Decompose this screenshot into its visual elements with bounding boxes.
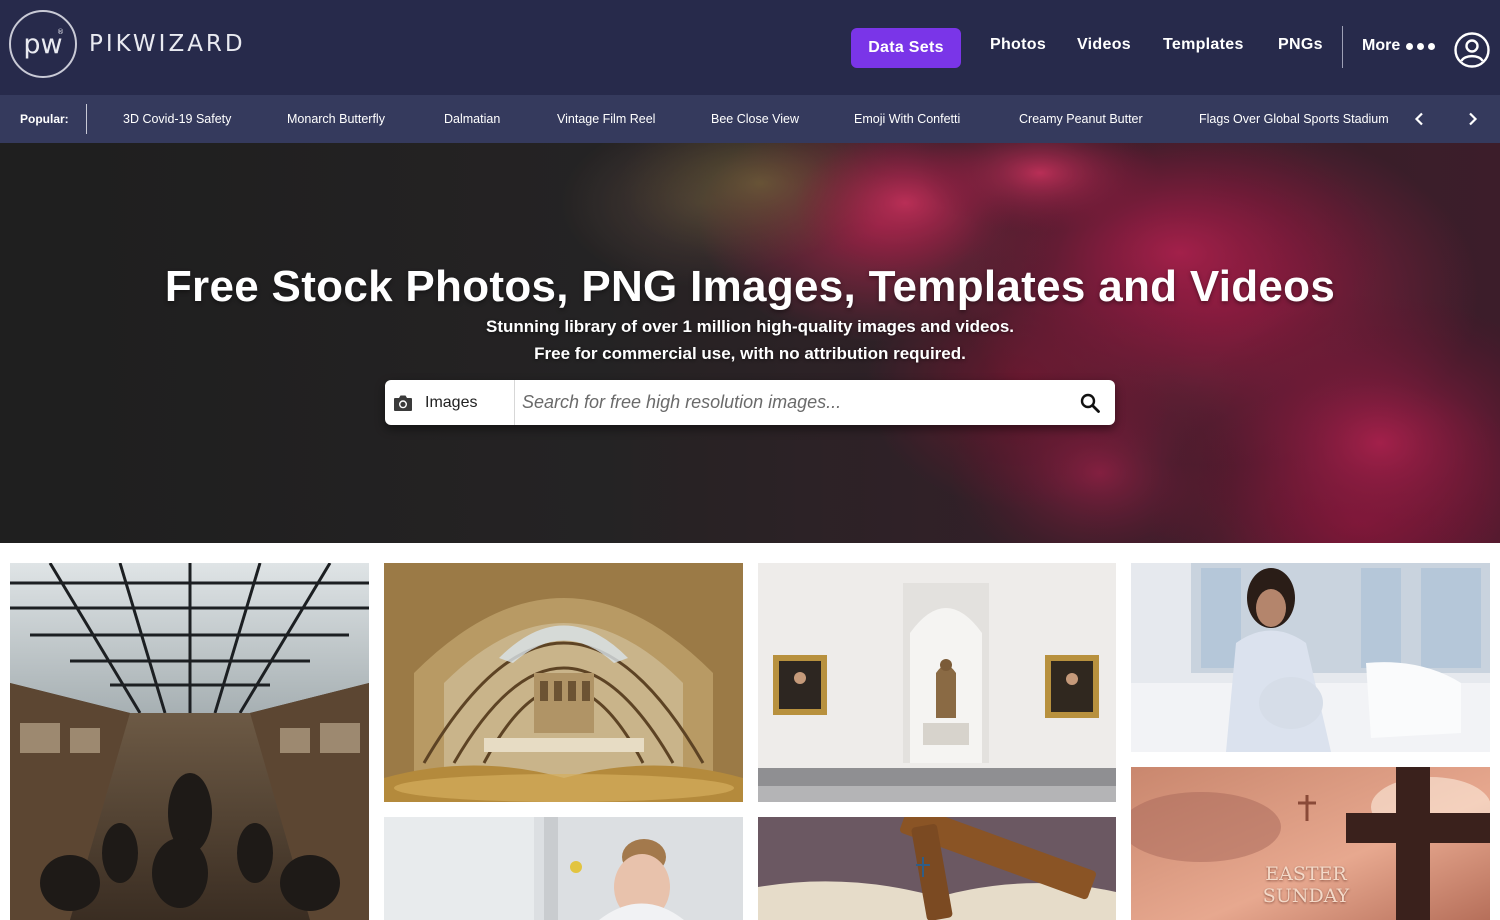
museum-arches-image (384, 563, 743, 802)
art-gallery-image (758, 563, 1116, 802)
hero-subtitle-line-1: Stunning library of over 1 million high-… (485, 317, 1015, 336)
search-type-selector[interactable]: Images (385, 380, 515, 425)
search-bar: Images (385, 380, 1115, 425)
popular-item[interactable]: Monarch Butterfly (287, 112, 385, 126)
popular-item[interactable]: 3D Covid-19 Safety (123, 112, 231, 126)
hero-title: Free Stock Photos, PNG Images, Templates… (164, 262, 1336, 311)
popular-divider (86, 104, 87, 134)
chevron-left-icon[interactable] (1409, 107, 1429, 131)
gallery-image-pregnant-woman[interactable] (1131, 563, 1490, 752)
nav-videos[interactable]: Videos (1077, 36, 1131, 54)
gallery-image-cross-bible[interactable] (758, 817, 1116, 920)
search-button[interactable] (1065, 380, 1115, 425)
popular-item[interactable]: Bee Close View (711, 112, 799, 126)
popular-item[interactable]: Flags Over Global Sports Stadium (1199, 112, 1393, 126)
popular-searches-bar: Popular: 3D Covid-19 Safety Monarch Butt… (0, 95, 1500, 143)
pregnant-woman-image (1131, 563, 1490, 752)
nav-divider (1342, 26, 1343, 68)
popular-label: Popular: (20, 112, 69, 126)
nav-photos[interactable]: Photos (990, 36, 1046, 54)
more-label: More (1362, 37, 1401, 54)
pikwizard-logo[interactable]: pw ® PIKWIZARD (9, 10, 246, 78)
easter-text: EASTER (1265, 863, 1347, 885)
more-dots-icon (1406, 42, 1436, 50)
popular-item[interactable]: Emoji With Confetti (854, 112, 960, 126)
gallery-image-art-gallery[interactable] (758, 563, 1116, 802)
gallery-image-woman-hospital[interactable] (384, 817, 743, 920)
search-input[interactable] (515, 381, 1065, 424)
top-navigation-bar: pw ® PIKWIZARD Data Sets Photos Videos T… (0, 0, 1500, 95)
popular-item[interactable]: Dalmatian (444, 112, 500, 126)
logo-wordmark: PIKWIZARD (89, 31, 246, 57)
gallery-image-easter-sunday[interactable]: EASTER SUNDAY (1131, 767, 1490, 920)
hero-overlay (0, 143, 1500, 543)
hero-subtitle-line-2: Free for commercial use, with no attribu… (534, 344, 966, 363)
cross-bible-image (758, 817, 1116, 920)
search-icon (1080, 393, 1100, 413)
easter-sunday-text: EASTER SUNDAY (1261, 863, 1351, 907)
user-account-icon[interactable] (1454, 32, 1490, 68)
woman-hospital-image (384, 817, 743, 920)
nav-pngs[interactable]: PNGs (1278, 36, 1323, 54)
camera-icon (394, 395, 412, 411)
search-type-label: Images (425, 393, 478, 411)
popular-item[interactable]: Vintage Film Reel (557, 112, 655, 126)
chevron-right-icon[interactable] (1463, 107, 1483, 131)
sunday-text: SUNDAY (1262, 885, 1350, 907)
gallery-image-museum-hall[interactable] (10, 563, 369, 920)
logo-mark: pw ® (9, 10, 77, 78)
gallery-image-museum-arches[interactable] (384, 563, 743, 802)
logo-registered-mark: ® (57, 28, 64, 36)
museum-hall-image (10, 563, 369, 920)
nav-templates[interactable]: Templates (1163, 36, 1244, 54)
more-menu-button[interactable]: More (1362, 37, 1436, 55)
hero-banner: Free Stock Photos, PNG Images, Templates… (0, 143, 1500, 543)
popular-item[interactable]: Creamy Peanut Butter (1019, 112, 1143, 126)
data-sets-button[interactable]: Data Sets (851, 28, 961, 68)
